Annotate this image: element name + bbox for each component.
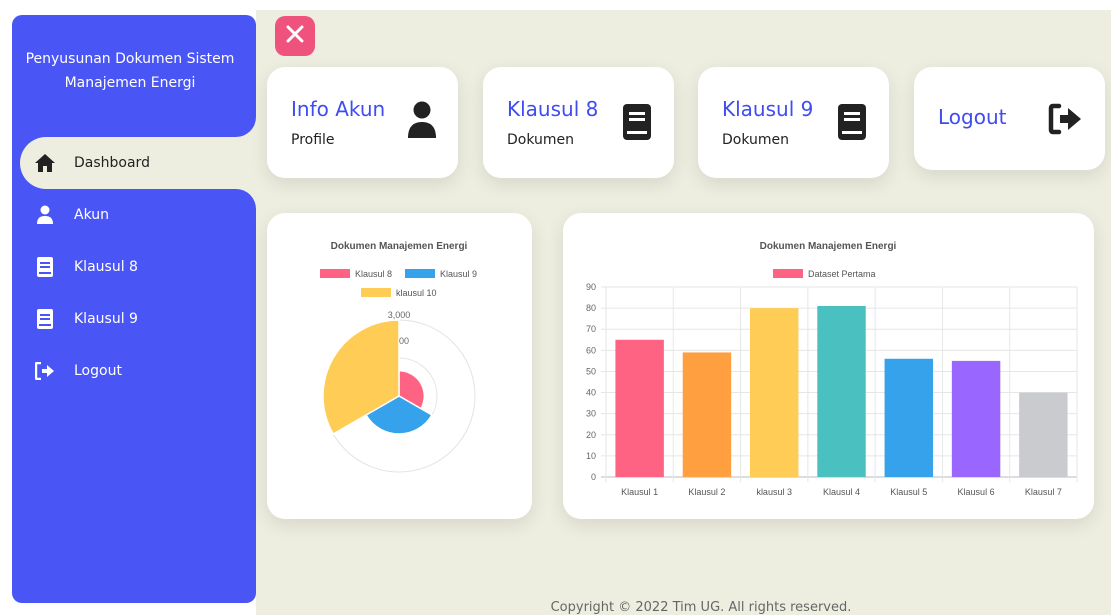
card-subtitle: Profile — [291, 132, 335, 148]
sidebar-item-label: Klausul 9 — [74, 311, 138, 327]
card-klausul-9[interactable]: Klausul 9 Dokumen — [698, 67, 889, 178]
y-tick-label: 20 — [586, 430, 596, 440]
sidebar-item-label: Akun — [74, 207, 109, 223]
legend: Klausul 8 Klausul 9 klausul 10 — [320, 269, 477, 298]
x-tick-label: Klausul 4 — [823, 487, 860, 497]
legend-label: klausul 10 — [396, 288, 437, 298]
sidebar-item-akun[interactable]: Akun — [20, 189, 256, 241]
card-title: Info Akun — [291, 97, 386, 121]
y-tick-label: 60 — [586, 345, 596, 355]
bar — [615, 339, 664, 477]
sidebar-title-line-2: Manajemen Energi — [64, 75, 196, 91]
sidebar-item-logout[interactable]: Logout — [20, 345, 256, 397]
card-subtitle: Dokumen — [722, 132, 790, 148]
bar — [749, 308, 799, 477]
sidebar-item-label: Klausul 8 — [74, 259, 138, 275]
chart-title: Dokumen Manajemen Energi — [760, 241, 897, 252]
x-tick-label: Klausul 6 — [958, 487, 995, 497]
legend: Dataset Pertama — [773, 269, 876, 279]
user-icon — [407, 101, 437, 143]
close-sidebar-button[interactable] — [275, 16, 315, 56]
close-icon — [286, 25, 304, 47]
y-tick-label: 50 — [586, 366, 596, 376]
x-tick-label: klausul 3 — [756, 487, 792, 497]
sign-out-icon — [1048, 103, 1084, 139]
bar-chart: Dokumen Manajemen Energi Dataset Pertama… — [586, 241, 1078, 497]
radial-tick-label: 3,000 — [388, 310, 411, 320]
legend-label: Klausul 9 — [440, 269, 477, 279]
book-icon — [32, 254, 58, 280]
bar-chart-card: Dokumen Manajemen Energi Dataset Pertama… — [563, 213, 1094, 519]
footer-copyright: Copyright © 2022 Tim UG. All rights rese… — [550, 600, 852, 615]
legend-swatch — [361, 288, 391, 297]
legend-swatch — [320, 269, 350, 278]
sidebar-item-label: Dashboard — [74, 155, 150, 171]
sidebar-item-klausul-8[interactable]: Klausul 8 — [20, 241, 256, 293]
active-curve-top — [236, 117, 256, 137]
x-tick-label: Klausul 7 — [1025, 487, 1062, 497]
x-tick-label: Klausul 5 — [890, 487, 927, 497]
legend-label: Klausul 8 — [355, 269, 392, 279]
card-klausul-8[interactable]: Klausul 8 Dokumen — [483, 67, 674, 178]
y-tick-label: 40 — [586, 388, 596, 398]
sign-out-icon — [32, 358, 58, 384]
card-logout[interactable]: Logout — [914, 67, 1105, 170]
legend-label: Dataset Pertama — [808, 269, 876, 279]
bar — [682, 352, 732, 477]
book-icon — [32, 306, 58, 332]
card-title: Klausul 9 — [722, 97, 814, 121]
book-icon — [838, 104, 866, 144]
card-title: Logout — [938, 105, 1007, 129]
sidebar-title: Penyusunan Dokumen Sistem Manajemen Ener… — [12, 47, 248, 95]
y-tick-label: 0 — [591, 472, 596, 482]
sidebar-title-line-1: Penyusunan Dokumen Sistem — [25, 51, 235, 67]
book-icon — [623, 104, 651, 144]
polar-chart-card: Dokumen Manajemen Energi Klausul 8 Klaus… — [267, 213, 532, 519]
bar — [817, 306, 866, 477]
home-icon — [32, 150, 58, 176]
legend-swatch — [773, 269, 803, 278]
bar — [951, 360, 1001, 477]
card-info-akun[interactable]: Info Akun Profile — [267, 67, 458, 178]
sidebar-item-dashboard[interactable]: Dashboard — [20, 137, 256, 189]
card-subtitle: Dokumen — [507, 132, 575, 148]
y-tick-label: 80 — [586, 303, 596, 313]
radial-tick-label: 00 — [399, 336, 409, 346]
y-tick-label: 90 — [586, 282, 596, 292]
x-tick-label: Klausul 1 — [621, 487, 658, 497]
legend-swatch — [405, 269, 435, 278]
y-tick-label: 10 — [586, 451, 596, 461]
sidebar-item-label: Logout — [74, 363, 122, 379]
card-title: Klausul 8 — [507, 97, 599, 121]
bar — [884, 358, 934, 477]
polar-area-chart: Dokumen Manajemen Energi Klausul 8 Klaus… — [320, 241, 477, 473]
x-tick-label: Klausul 2 — [688, 487, 725, 497]
y-tick-label: 30 — [586, 409, 596, 419]
bar — [1019, 392, 1068, 477]
user-icon — [32, 202, 58, 228]
chart-title: Dokumen Manajemen Energi — [331, 241, 468, 252]
y-tick-label: 70 — [586, 324, 596, 334]
sidebar-item-klausul-9[interactable]: Klausul 9 — [20, 293, 256, 345]
